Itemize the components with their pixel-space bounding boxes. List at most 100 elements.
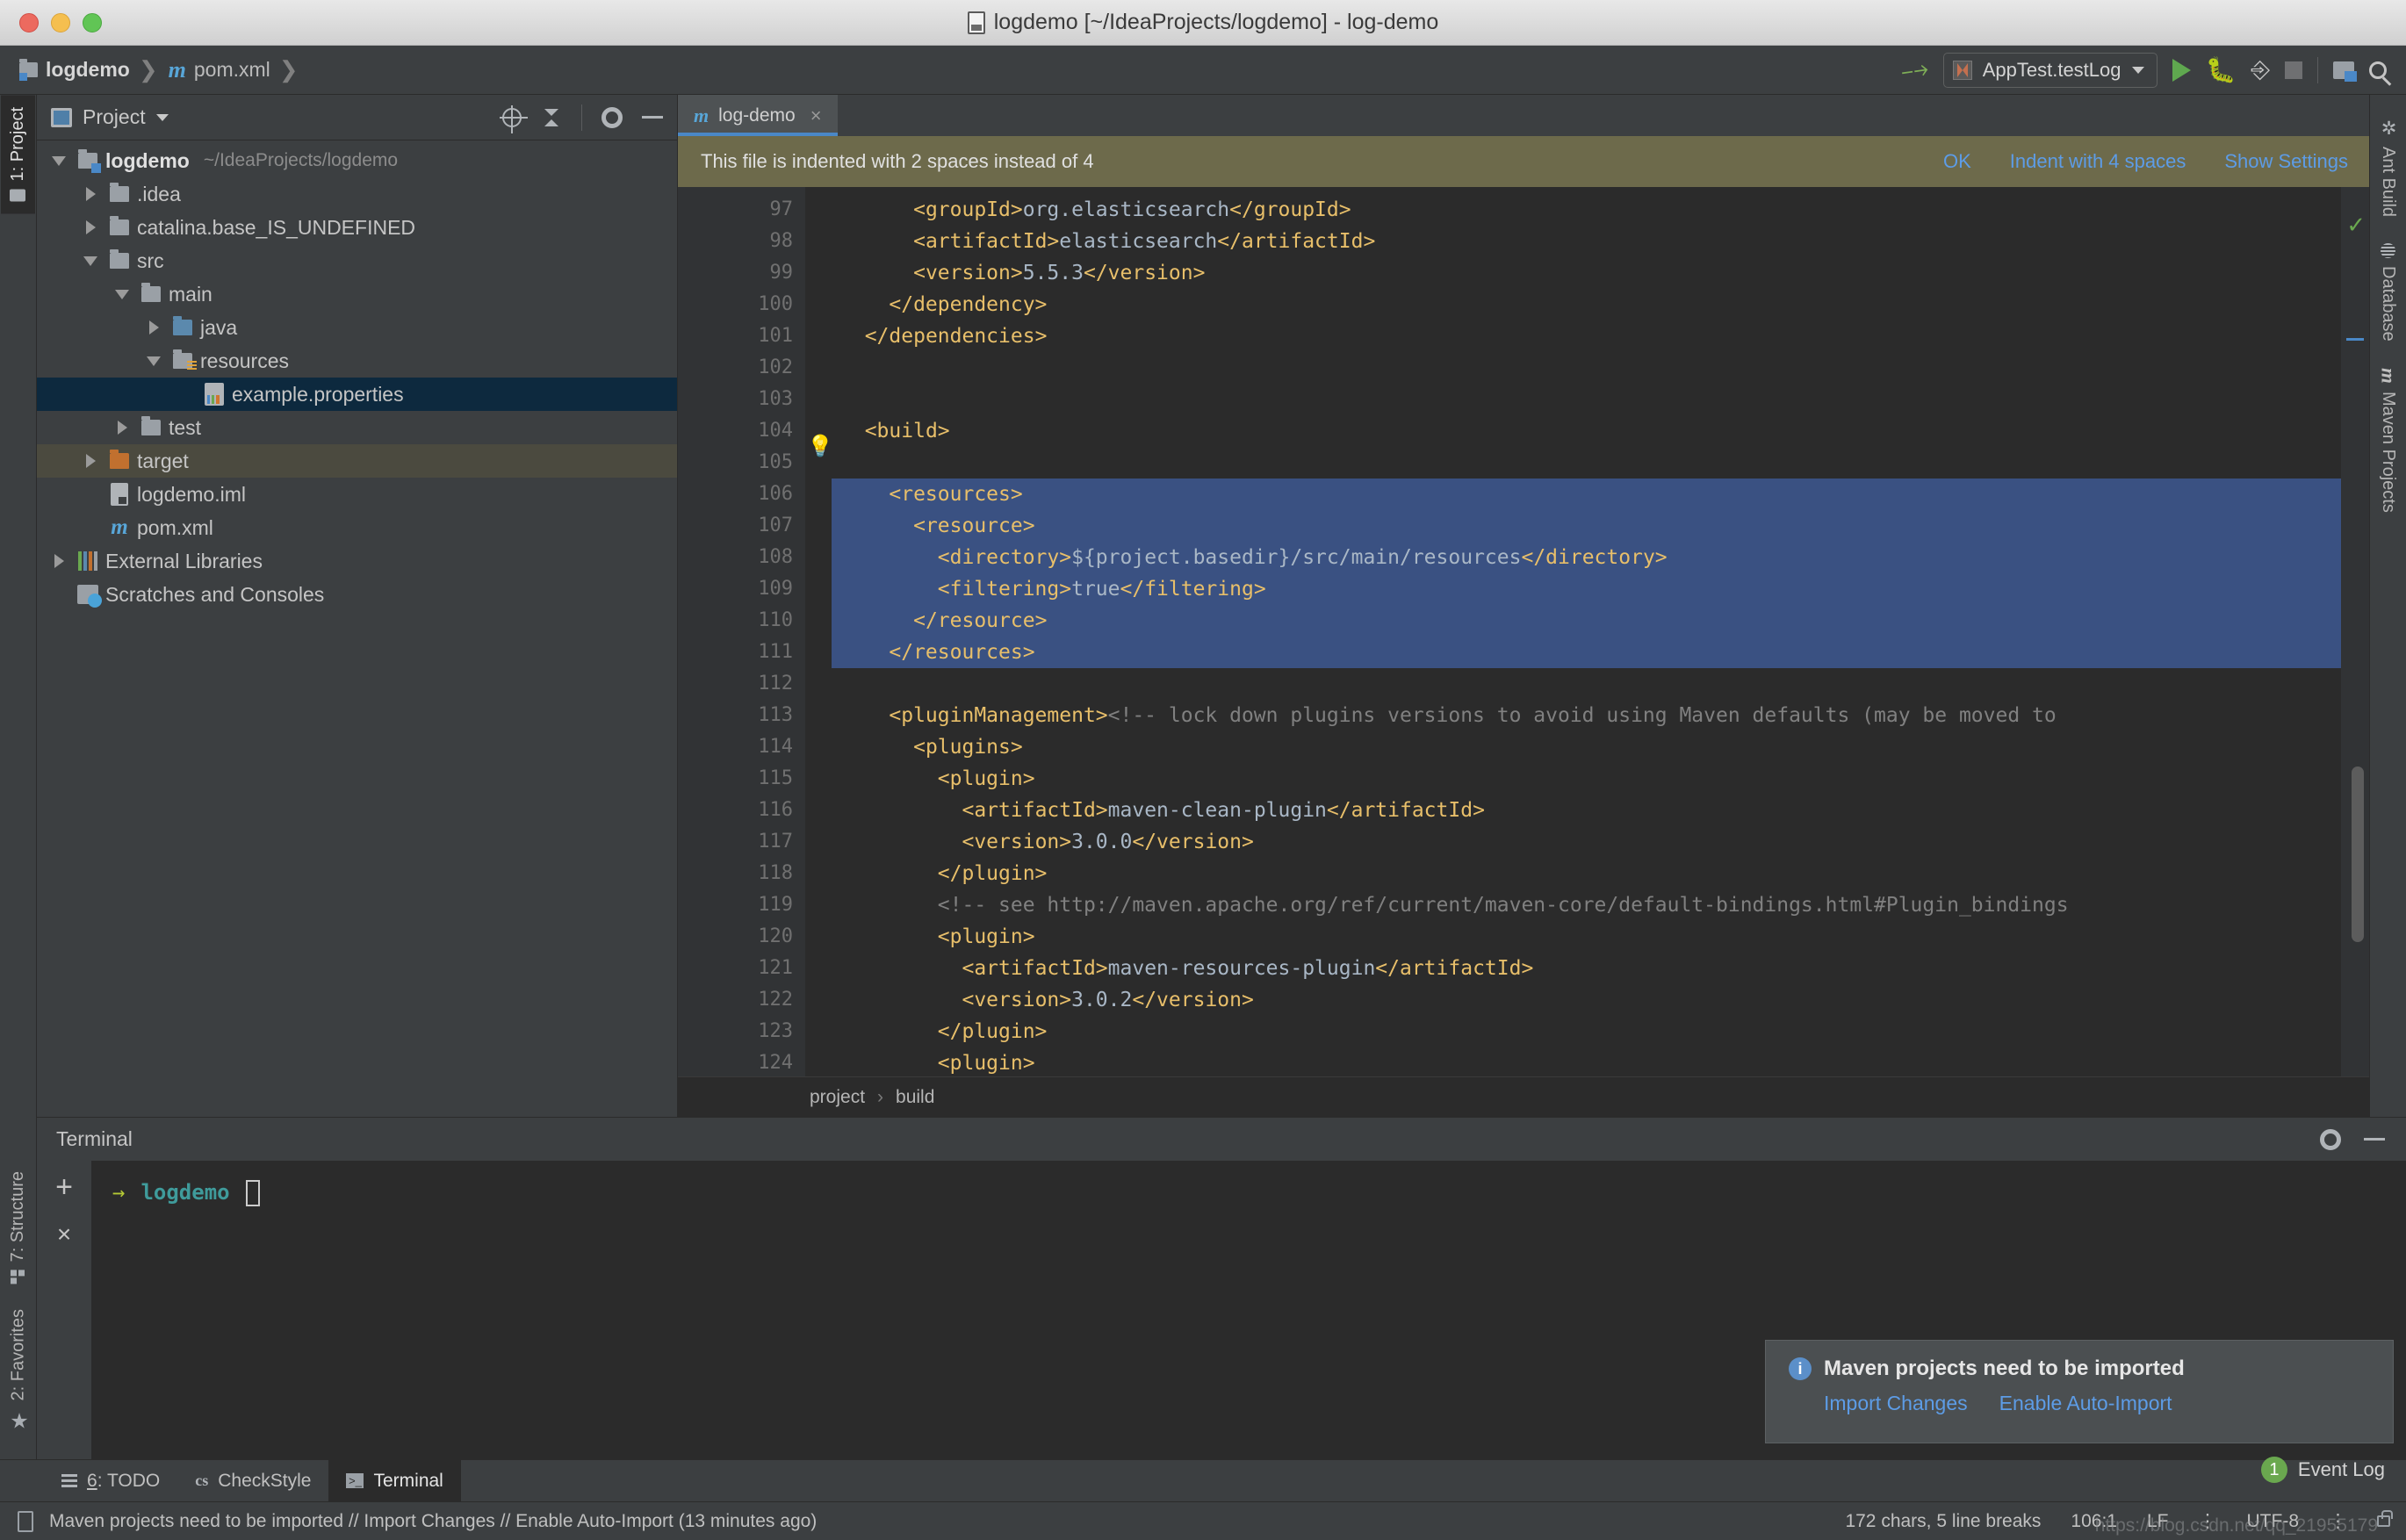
lightbulb-icon[interactable]: 💡: [807, 434, 833, 459]
line-number[interactable]: 99: [678, 257, 805, 289]
code-line[interactable]: <resource>: [832, 510, 2341, 542]
chevron-right-icon[interactable]: [139, 320, 169, 335]
tree-node--idea[interactable]: .idea: [37, 177, 677, 211]
tree-node-logdemo-iml[interactable]: logdemo.iml: [37, 478, 677, 511]
code-line[interactable]: </plugin>: [832, 858, 2341, 889]
tree-node-example-properties[interactable]: example.properties: [37, 378, 677, 411]
line-number[interactable]: 115−: [678, 763, 830, 795]
caret-position[interactable]: 106:1: [2071, 1511, 2117, 1532]
run-with-coverage-icon[interactable]: ⎆: [2251, 56, 2270, 84]
sidebar-item-maven-projects[interactable]: m Maven Projects: [2371, 357, 2406, 523]
code-line[interactable]: <filtering>true</filtering>: [832, 573, 2341, 605]
code-line[interactable]: <groupId>org.elasticsearch</groupId>: [832, 194, 2341, 226]
encoding[interactable]: UTF-8: [2247, 1511, 2300, 1532]
line-number[interactable]: 118−: [678, 858, 830, 889]
close-icon[interactable]: ×: [805, 104, 822, 127]
sidebar-item-favorites[interactable]: ★ 2: Favorites: [0, 1297, 38, 1445]
code-line[interactable]: <!-- see http://maven.apache.org/ref/cur…: [832, 889, 2341, 921]
debug-bug-icon[interactable]: 🐛: [2206, 55, 2237, 84]
code-line[interactable]: [832, 447, 2341, 479]
close-window-button[interactable]: [19, 12, 39, 32]
line-number[interactable]: 101−: [678, 320, 830, 352]
editor-scrollbar-thumb[interactable]: [2352, 766, 2364, 942]
hide-minus-icon[interactable]: [2364, 1138, 2385, 1141]
line-number[interactable]: 104−: [678, 415, 830, 447]
sidebar-item-project[interactable]: 1: Project: [1, 95, 35, 214]
stop-icon[interactable]: [2285, 61, 2302, 79]
line-number[interactable]: 121: [678, 953, 805, 984]
code-line[interactable]: </resource>: [832, 605, 2341, 637]
import-changes-link[interactable]: Import Changes: [1824, 1392, 1968, 1415]
line-number[interactable]: 98: [678, 226, 805, 257]
line-number[interactable]: 102: [678, 352, 805, 384]
code-line[interactable]: <artifactId>maven-clean-plugin</artifact…: [832, 795, 2341, 826]
enable-auto-import-link[interactable]: Enable Auto-Import: [1999, 1392, 2172, 1415]
event-log-group[interactable]: 1 Event Log: [2260, 1457, 2385, 1483]
project-tree[interactable]: logdemo ~/IdeaProjects/logdemo .idea catali…: [37, 140, 677, 1117]
run-configuration-selector[interactable]: AppTest.testLog: [1942, 52, 2157, 88]
chevron-right-icon[interactable]: [44, 554, 74, 568]
tab-todo[interactable]: 6: TODO: [44, 1460, 177, 1501]
collapse-all-icon[interactable]: [541, 107, 562, 128]
line-number[interactable]: 114−: [678, 731, 830, 763]
chevron-down-icon[interactable]: [76, 255, 105, 266]
line-number[interactable]: 120−: [678, 921, 830, 953]
tree-node-resources[interactable]: resources: [37, 344, 677, 378]
lock-icon[interactable]: [2377, 1510, 2393, 1527]
status-message[interactable]: Maven projects need to be imported // Im…: [49, 1511, 817, 1532]
code-line[interactable]: </plugin>: [832, 1016, 2341, 1047]
chevron-down-icon[interactable]: [139, 356, 169, 366]
code-line[interactable]: <plugin>: [832, 921, 2341, 953]
chevron-down-icon[interactable]: [155, 113, 169, 121]
line-number[interactable]: 111−: [678, 637, 830, 668]
code-line[interactable]: [832, 352, 2341, 384]
code-content[interactable]: <groupId>org.elasticsearch</groupId> <ar…: [832, 187, 2341, 1076]
hammer-icon[interactable]: ⤍: [1898, 53, 1929, 85]
sidebar-item-ant-build[interactable]: ✲ Ant Build: [2372, 107, 2405, 227]
breadcrumb-item-project[interactable]: logdemo: [19, 58, 135, 82]
tree-node-pom-xml[interactable]: m pom.xml: [37, 511, 677, 544]
breadcrumb-build[interactable]: build: [896, 1087, 934, 1108]
tree-node-external-libraries[interactable]: External Libraries: [37, 544, 677, 578]
error-stripe-marker-bar[interactable]: ✓: [2341, 187, 2369, 1076]
chevron-right-icon[interactable]: [76, 187, 105, 201]
add-terminal-tab-icon[interactable]: +: [55, 1172, 73, 1202]
chevron-right-icon[interactable]: [76, 454, 105, 468]
line-separator[interactable]: LF: [2147, 1511, 2169, 1532]
tab-checkstyle[interactable]: cs CheckStyle: [177, 1460, 328, 1501]
line-number[interactable]: 107−: [678, 510, 830, 542]
breadcrumb-project[interactable]: project: [810, 1087, 865, 1108]
tree-node-scratches-and-consoles[interactable]: Scratches and Consoles: [37, 578, 677, 611]
gear-icon[interactable]: [2320, 1128, 2341, 1150]
code-line[interactable]: <plugins>: [832, 731, 2341, 763]
line-number[interactable]: 122: [678, 984, 805, 1016]
code-line[interactable]: <version>5.5.3</version>: [832, 257, 2341, 289]
code-line[interactable]: <plugin>: [832, 763, 2341, 795]
code-line[interactable]: [832, 384, 2341, 415]
code-line[interactable]: [832, 668, 2341, 700]
notification-indent-link[interactable]: Indent with 4 spaces: [2010, 150, 2186, 173]
notification-ok-link[interactable]: OK: [1943, 150, 1971, 173]
chevron-down-icon[interactable]: [44, 155, 74, 166]
chevron-down-icon[interactable]: [107, 289, 137, 299]
line-number[interactable]: 105: [678, 447, 805, 479]
tree-node-logdemo[interactable]: logdemo ~/IdeaProjects/logdemo: [37, 144, 677, 177]
gear-icon[interactable]: [602, 106, 623, 128]
sidebar-item-database[interactable]: Database: [2372, 233, 2404, 352]
line-number[interactable]: 123−: [678, 1016, 830, 1047]
code-editor[interactable]: 979899100−101−102103104−105106−107−10810…: [678, 187, 2369, 1076]
line-number[interactable]: 110−: [678, 605, 830, 637]
project-structure-icon[interactable]: [2333, 61, 2357, 82]
tree-node-src[interactable]: src: [37, 244, 677, 277]
locate-icon[interactable]: [500, 104, 528, 133]
line-number[interactable]: 117: [678, 826, 805, 858]
line-number[interactable]: 112: [678, 668, 805, 700]
maximize-window-button[interactable]: [83, 12, 102, 32]
chevron-right-icon[interactable]: [107, 421, 137, 435]
line-number[interactable]: 97: [678, 194, 805, 226]
code-line[interactable]: <build>: [832, 415, 2341, 447]
close-terminal-icon[interactable]: ×: [57, 1222, 71, 1247]
line-number[interactable]: 119: [678, 889, 805, 921]
code-line[interactable]: <version>3.0.2</version>: [832, 984, 2341, 1016]
breadcrumb-item-pom[interactable]: m pom.xml: [169, 57, 276, 83]
